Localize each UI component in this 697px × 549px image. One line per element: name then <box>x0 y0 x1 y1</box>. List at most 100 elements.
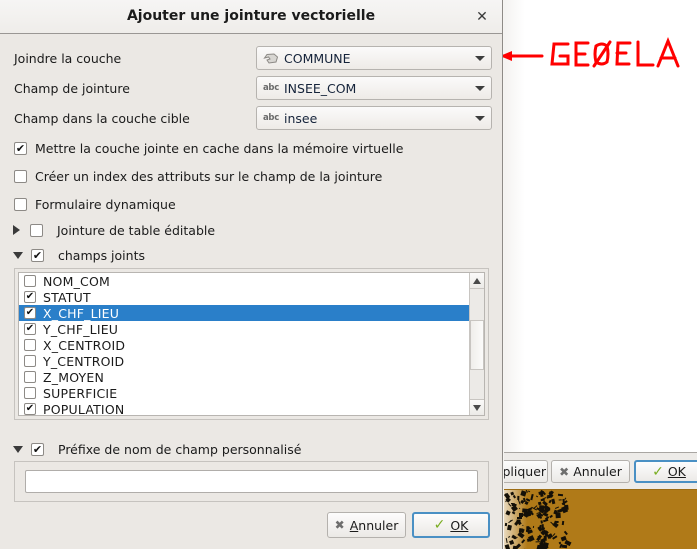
join-layer-label: Joindre la couche <box>14 50 122 66</box>
joined-fields-label: champs joints <box>58 247 145 263</box>
polygon-layer-icon <box>263 52 279 64</box>
joined-fields-items: NOM_COM ✔ STATUT ✔ X_CHF_LIEU ✔ Y_CHF_LIEU X_CE… <box>19 273 484 415</box>
field-list-item[interactable]: ✔ Y_CHF_LIEU <box>19 321 484 337</box>
triangle-down-icon <box>473 404 481 411</box>
cache-layer-checkbox[interactable]: ✔ <box>14 141 27 155</box>
join-layer-label-row: Joindre la couche <box>14 46 121 70</box>
field-checkbox[interactable] <box>24 339 36 351</box>
field-name-label: X_CHF_LIEU <box>43 305 120 321</box>
close-x-icon: ✖ <box>559 464 570 479</box>
editable-join-group-row[interactable]: Jointure de table éditable <box>13 221 215 239</box>
prefix-group-row[interactable]: ✔ Préfixe de nom de champ personnalisé <box>13 440 301 458</box>
abc-field-icon: abc <box>263 113 279 123</box>
editable-join-checkbox[interactable] <box>30 223 43 237</box>
chevron-down-icon[interactable] <box>13 445 23 453</box>
map-feature-speck <box>562 544 568 549</box>
cache-layer-checkbox-row[interactable]: ✔ Mettre la couche jointe en cache dans … <box>14 139 403 157</box>
cache-layer-label: Mettre la couche jointe en cache dans la… <box>35 140 404 156</box>
field-checkbox[interactable]: ✔ <box>24 323 36 335</box>
map-feature-speck <box>551 498 556 504</box>
map-feature-speck <box>526 538 532 542</box>
create-index-label: Créer un index des attributs sur le cham… <box>35 168 383 184</box>
joined-fields-group-row[interactable]: ✔ champs joints <box>13 246 145 264</box>
field-checkbox[interactable] <box>24 371 36 383</box>
map-feature-speck <box>508 525 510 529</box>
dynamic-form-label: Formulaire dynamique <box>35 196 176 212</box>
join-layer-combo[interactable]: COMMUNE <box>256 46 492 70</box>
abc-field-icon: abc <box>263 83 279 93</box>
chevron-down-icon[interactable] <box>13 251 23 259</box>
prefix-label: Préfixe de nom de champ personnalisé <box>58 441 302 457</box>
field-list-item[interactable]: ✔ POPULATION <box>19 401 484 415</box>
prefix-input[interactable] <box>25 470 478 493</box>
field-name-label: X_CENTROID <box>43 337 126 353</box>
map-feature-speck <box>539 504 545 510</box>
map-feature-speck <box>543 518 549 522</box>
field-name-label: Y_CHF_LIEU <box>43 321 119 337</box>
target-field-combo[interactable]: abc insee <box>256 106 492 130</box>
map-canvas[interactable] <box>503 490 697 549</box>
map-feature-speck <box>548 499 552 504</box>
join-field-label-row: Champ de jointure <box>14 76 130 100</box>
field-checkbox[interactable]: ✔ <box>24 403 36 415</box>
field-list-item[interactable]: Y_CENTROID <box>19 353 484 369</box>
dynamic-form-checkbox[interactable] <box>14 197 27 211</box>
scrollbar-thumb[interactable] <box>470 320 484 370</box>
join-field-combo[interactable]: abc INSEE_COM <box>256 76 492 100</box>
map-feature-speck <box>526 526 530 531</box>
field-checkbox[interactable] <box>24 275 36 287</box>
map-feature-speck <box>546 495 550 499</box>
scroll-down-button[interactable] <box>470 399 484 415</box>
cancel-button[interactable]: ✖ Annuler <box>327 512 406 538</box>
field-name-label: STATUT <box>43 289 91 305</box>
joined-fields-checkbox[interactable]: ✔ <box>31 248 44 262</box>
triangle-up-icon <box>473 277 481 284</box>
close-icon[interactable]: ✕ <box>472 7 492 27</box>
field-checkbox[interactable] <box>24 355 36 367</box>
prefix-checkbox[interactable]: ✔ <box>31 442 44 456</box>
create-index-checkbox-row[interactable]: Créer un index des attributs sur le cham… <box>14 167 382 185</box>
map-feature-speck <box>535 495 539 498</box>
field-checkbox[interactable]: ✔ <box>24 291 36 303</box>
map-feature-speck <box>555 505 560 509</box>
field-list-item[interactable]: SUPERFICIE <box>19 385 484 401</box>
joined-fields-list[interactable]: NOM_COM ✔ STATUT ✔ X_CHF_LIEU ✔ Y_CHF_LIEU X_CE… <box>18 272 485 416</box>
map-feature-speck <box>561 520 564 525</box>
field-list-item[interactable]: ✔ X_CHF_LIEU <box>19 305 484 321</box>
background-ok-label: OK <box>667 464 686 479</box>
chevron-right-icon[interactable] <box>13 225 20 235</box>
map-feature-speck <box>559 499 562 501</box>
dynamic-form-checkbox-row[interactable]: Formulaire dynamique <box>14 195 176 213</box>
field-list-item[interactable]: X_CENTROID <box>19 337 484 353</box>
scroll-up-button[interactable] <box>470 273 484 289</box>
field-name-label: Z_MOYEN <box>43 369 105 385</box>
field-list-item[interactable]: NOM_COM <box>19 273 484 289</box>
field-name-label: SUPERFICIE <box>43 385 118 401</box>
background-cancel-button[interactable]: ✖ Annuler <box>551 460 630 483</box>
chevron-down-icon <box>475 85 485 91</box>
ok-button[interactable]: ✓ OK <box>412 512 490 538</box>
create-index-checkbox[interactable] <box>14 169 27 183</box>
prefix-panel <box>14 461 489 502</box>
field-list-item[interactable]: Z_MOYEN <box>19 369 484 385</box>
map-feature-speck <box>516 495 520 500</box>
ok-button-label: OK <box>450 517 469 533</box>
join-field-value: INSEE_COM <box>283 80 357 96</box>
field-list-item[interactable]: ✔ STATUT <box>19 289 484 305</box>
target-field-label-row: Champ dans la couche cible <box>14 106 190 130</box>
cancel-button-label: Annuler <box>349 517 399 533</box>
field-checkbox[interactable] <box>24 387 36 399</box>
background-ok-button[interactable]: ✓ OK <box>634 460 697 483</box>
fields-list-scrollbar[interactable] <box>469 273 484 415</box>
map-feature-speck <box>508 539 514 545</box>
map-feature-speck <box>549 514 554 519</box>
close-x-icon: ✖ <box>334 518 345 532</box>
target-field-value: insee <box>283 110 318 126</box>
map-feature-speck <box>563 530 568 535</box>
field-name-label: Y_CENTROID <box>43 353 125 369</box>
map-feature-speck <box>504 543 510 549</box>
cancel-rest: nnuler <box>358 517 399 533</box>
field-checkbox[interactable]: ✔ <box>24 307 36 319</box>
map-feature-speck <box>518 512 523 517</box>
chevron-down-icon <box>475 55 485 61</box>
